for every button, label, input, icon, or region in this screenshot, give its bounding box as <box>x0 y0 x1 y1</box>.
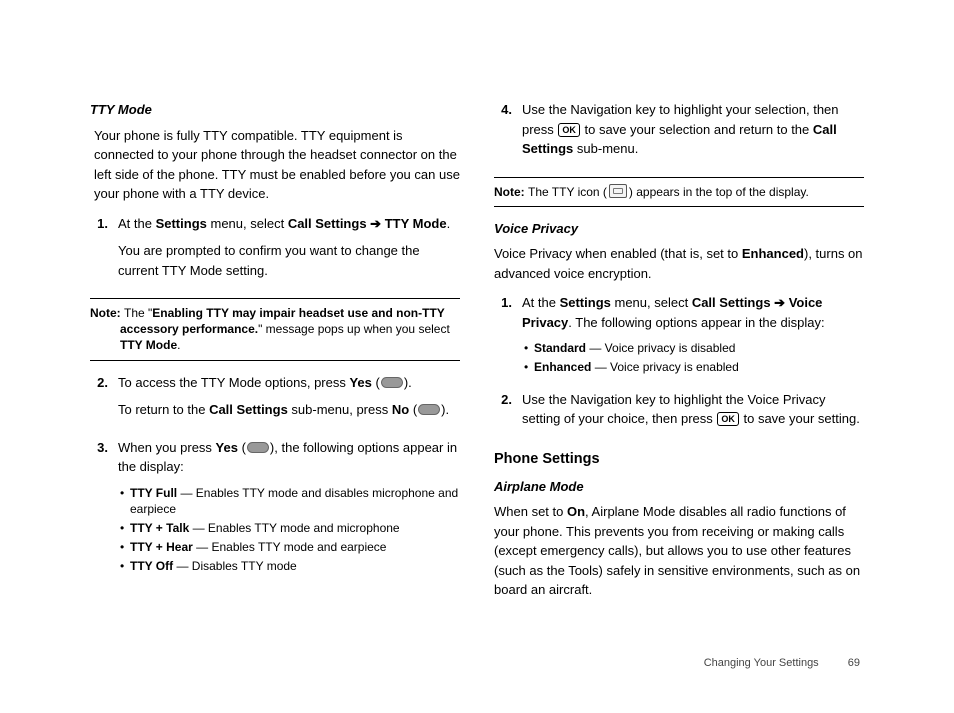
vp-step-2: 2. Use the Navigation key to highlight t… <box>494 390 864 437</box>
heading-tty-mode: TTY Mode <box>90 100 460 120</box>
step-1: 1. At the Settings menu, select Call Set… <box>90 214 460 289</box>
step-number: 1. <box>494 293 522 380</box>
step-number: 1. <box>90 214 118 289</box>
option-tty-full: TTY Full — Enables TTY mode and disables… <box>120 485 460 519</box>
tty-intro-paragraph: Your phone is fully TTY compatible. TTY … <box>94 126 460 204</box>
option-enhanced: Enhanced — Voice privacy is enabled <box>524 359 864 376</box>
note-label: Note: <box>90 306 124 320</box>
heading-phone-settings: Phone Settings <box>494 449 864 471</box>
vp-step-1: 1. At the Settings menu, select Call Set… <box>494 293 864 380</box>
softkey-oval-icon <box>247 442 269 453</box>
step-3: 3. When you press Yes (), the following … <box>90 438 460 579</box>
vp-step-1-text: At the Settings menu, select Call Settin… <box>522 293 864 332</box>
voice-privacy-options: Standard — Voice privacy is disabled Enh… <box>524 340 864 376</box>
footer-section-title: Changing Your Settings <box>704 657 819 669</box>
tty-steps-list: 1. At the Settings menu, select Call Set… <box>90 214 460 289</box>
two-column-layout: TTY Mode Your phone is fully TTY compati… <box>90 100 864 610</box>
airplane-mode-paragraph: When set to On, Airplane Mode disables a… <box>494 502 864 600</box>
step-1-prompt: You are prompted to confirm you want to … <box>118 241 460 280</box>
softkey-oval-icon <box>418 404 440 415</box>
note-label: Note: <box>494 185 528 199</box>
step-2-line2: To return to the Call Settings sub-menu,… <box>118 400 460 420</box>
step-4: 4. Use the Navigation key to highlight y… <box>494 100 864 167</box>
tty-steps-list-right: 4. Use the Navigation key to highlight y… <box>494 100 864 167</box>
option-tty-hear: TTY + Hear — Enables TTY mode and earpie… <box>120 539 460 556</box>
option-tty-talk: TTY + Talk — Enables TTY mode and microp… <box>120 520 460 537</box>
heading-voice-privacy: Voice Privacy <box>494 219 864 239</box>
page-footer: Changing Your Settings 69 <box>704 657 860 669</box>
note-enabling-tty: Note: The "Enabling TTY may impair heads… <box>90 298 460 361</box>
option-tty-off: TTY Off — Disables TTY mode <box>120 558 460 575</box>
tty-icon <box>609 184 627 198</box>
tty-options-list: TTY Full — Enables TTY mode and disables… <box>120 485 460 575</box>
step-number: 2. <box>494 390 522 437</box>
voice-privacy-steps: 1. At the Settings menu, select Call Set… <box>494 293 864 437</box>
heading-airplane-mode: Airplane Mode <box>494 477 864 497</box>
ok-button-icon: OK <box>558 123 580 137</box>
right-column: 4. Use the Navigation key to highlight y… <box>494 100 864 610</box>
note-tty-icon: Note: The TTY icon () appears in the top… <box>494 177 864 207</box>
vp-step-2-text: Use the Navigation key to highlight the … <box>522 390 864 429</box>
step-2-line1: To access the TTY Mode options, press Ye… <box>118 373 460 393</box>
step-2: 2. To access the TTY Mode options, press… <box>90 373 460 428</box>
voice-privacy-intro: Voice Privacy when enabled (that is, set… <box>494 244 864 283</box>
tty-steps-list-cont: 2. To access the TTY Mode options, press… <box>90 373 460 579</box>
step-number: 3. <box>90 438 118 579</box>
step-4-text: Use the Navigation key to highlight your… <box>522 100 864 159</box>
page-number: 69 <box>848 657 860 669</box>
step-1-text: At the Settings menu, select Call Settin… <box>118 214 460 234</box>
ok-button-icon: OK <box>717 412 739 426</box>
step-3-text: When you press Yes (), the following opt… <box>118 438 460 477</box>
left-column: TTY Mode Your phone is fully TTY compati… <box>90 100 460 610</box>
softkey-oval-icon <box>381 377 403 388</box>
option-standard: Standard — Voice privacy is disabled <box>524 340 864 357</box>
step-number: 2. <box>90 373 118 428</box>
step-number: 4. <box>494 100 522 167</box>
